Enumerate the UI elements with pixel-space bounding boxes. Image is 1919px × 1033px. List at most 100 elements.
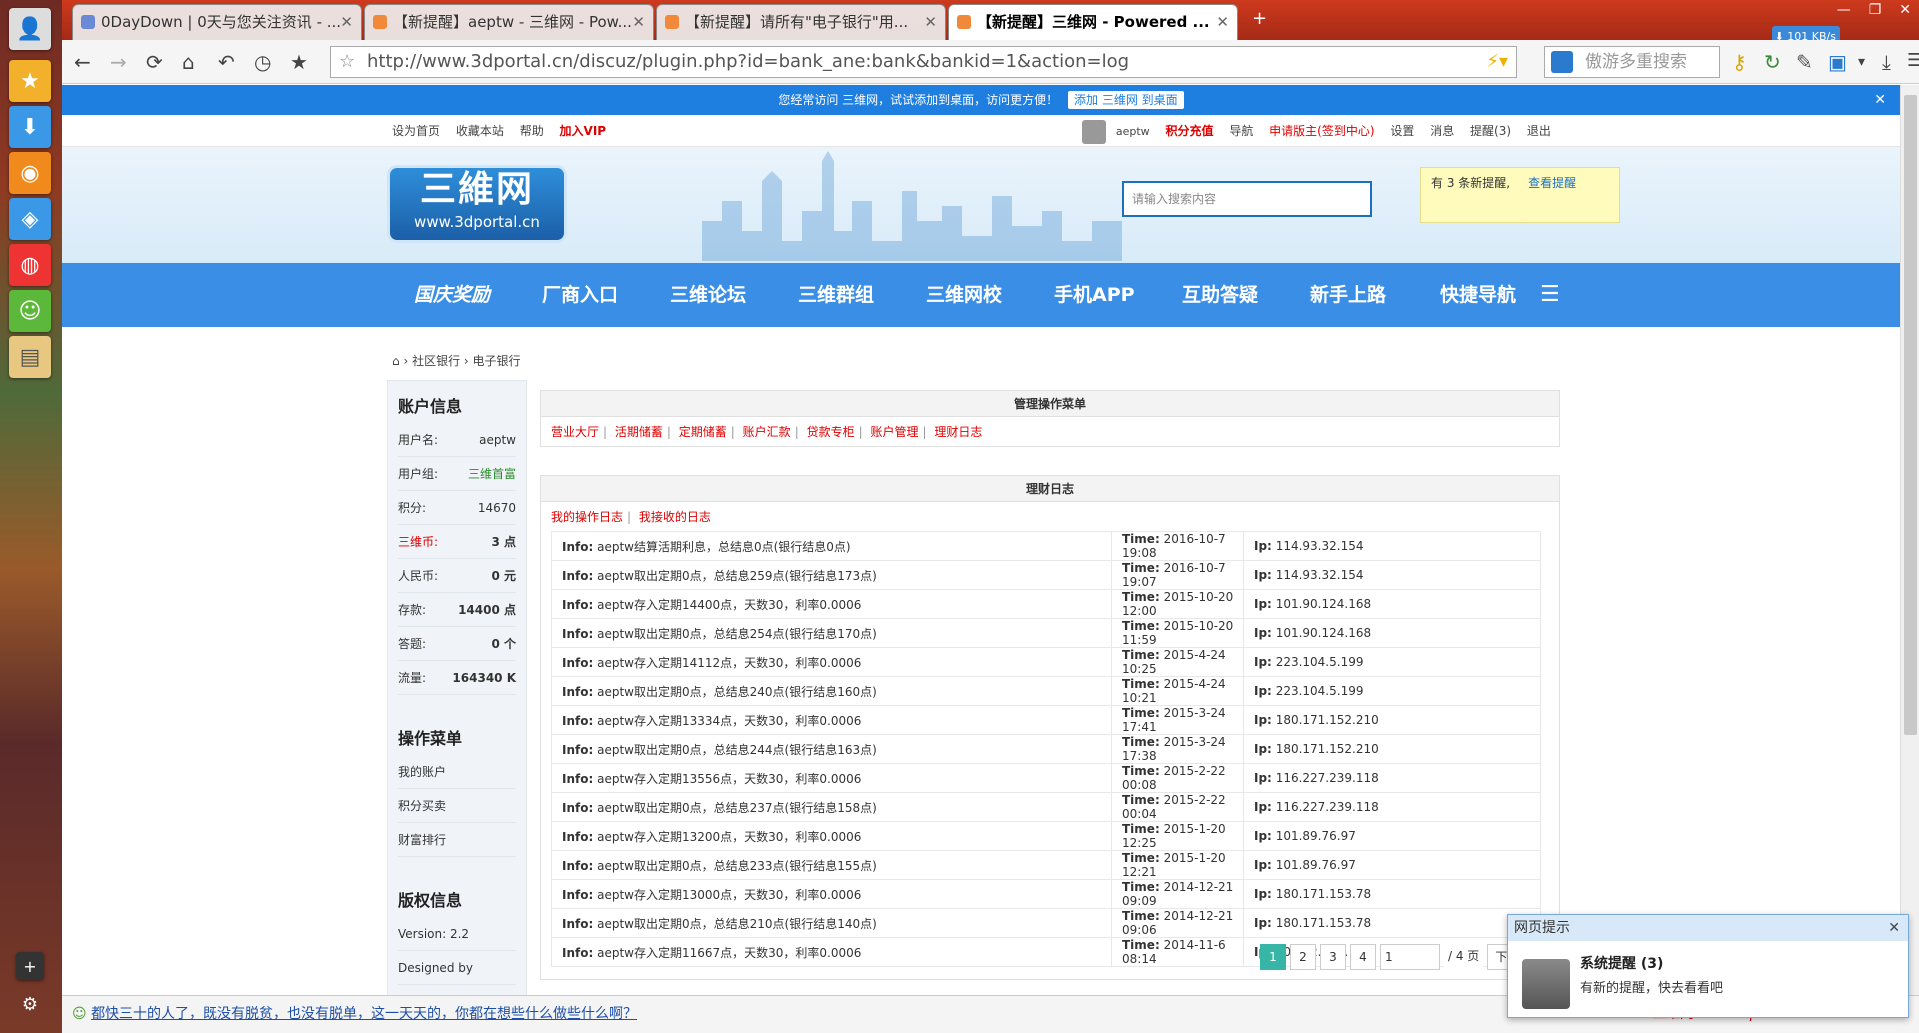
menu-wealth-rank[interactable]: 财富排行 bbox=[398, 823, 516, 857]
favorites-icon[interactable]: ★ bbox=[290, 50, 308, 74]
tab-received-logs[interactable]: 我接收的日志 bbox=[639, 510, 711, 524]
nav-item-vendors[interactable]: 厂商入口 bbox=[542, 263, 618, 327]
search-input[interactable]: 傲游多重搜索 bbox=[1544, 46, 1720, 78]
home-icon[interactable]: ⌂ bbox=[392, 354, 400, 368]
weibo-icon[interactable]: ◍ bbox=[9, 244, 51, 286]
minimize-icon[interactable]: — bbox=[1837, 2, 1851, 18]
tab-0daydown[interactable]: 0DayDown | 0天与您关注资讯 - ... ✕ bbox=[72, 4, 362, 40]
points-recharge-link[interactable]: 积分充值 bbox=[1165, 124, 1213, 138]
link-hall[interactable]: 营业大厅 bbox=[551, 425, 599, 439]
scrollbar-thumb[interactable] bbox=[1904, 95, 1917, 735]
username-link[interactable]: aeptw bbox=[1116, 125, 1150, 138]
log-cell-time: Time: 2014-12-21 09:06 bbox=[1111, 908, 1244, 938]
log-table: Info: aeptw结算活期利息，总结息0点(银行结息0点) Time: 201… bbox=[551, 531, 1541, 967]
settings-link[interactable]: 设置 bbox=[1390, 124, 1414, 138]
page-1-button[interactable]: 1 bbox=[1260, 944, 1286, 970]
close-icon[interactable]: ✕ bbox=[924, 5, 937, 39]
view-reminders-link[interactable]: 查看提醒 bbox=[1528, 176, 1576, 190]
page-4-button[interactable]: 4 bbox=[1350, 944, 1376, 970]
menu-chevron-icon[interactable]: ▾ bbox=[1858, 54, 1865, 70]
smile-icon[interactable]: ☺ bbox=[9, 290, 51, 332]
logout-link[interactable]: 退出 bbox=[1527, 124, 1551, 138]
nav-item-quicknav[interactable]: 快捷导航 bbox=[1440, 263, 1516, 327]
link-finance-log[interactable]: 理财日志 bbox=[934, 425, 982, 439]
gear-icon[interactable]: ⚙ bbox=[16, 990, 44, 1018]
nav-item-qa[interactable]: 互助答疑 bbox=[1182, 263, 1258, 327]
gamepad-icon[interactable]: ◈ bbox=[9, 198, 51, 240]
page-input[interactable]: 1 bbox=[1380, 944, 1440, 970]
translate-icon[interactable]: ▣ bbox=[1828, 50, 1847, 74]
undo-icon[interactable]: ↶ bbox=[218, 50, 235, 74]
download-icon[interactable]: ⬇ bbox=[9, 106, 51, 148]
set-homepage-link[interactable]: 设为首页 bbox=[392, 124, 440, 138]
nav-item-app[interactable]: 手机APP bbox=[1054, 263, 1135, 327]
nav-menu-link[interactable]: 导航 bbox=[1229, 124, 1253, 138]
rss-icon[interactable]: ◉ bbox=[9, 152, 51, 194]
link-loans[interactable]: 贷款专柜 bbox=[807, 425, 855, 439]
close-window-icon[interactable]: ✕ bbox=[1899, 2, 1911, 18]
page-2-button[interactable]: 2 bbox=[1290, 944, 1316, 970]
close-icon[interactable]: ✕ bbox=[632, 5, 645, 39]
nav-item-groups[interactable]: 三维群组 bbox=[798, 263, 874, 327]
menu-points-trade[interactable]: 积分买卖 bbox=[398, 789, 516, 823]
page-3-button[interactable]: 3 bbox=[1320, 944, 1346, 970]
scrollbar[interactable] bbox=[1900, 85, 1919, 995]
nav-item-newbie[interactable]: 新手上路 bbox=[1310, 263, 1386, 327]
status-news-link[interactable]: 都快三十的人了，既没有脱贫，也没有脱单，这一天天的，你都在想些什么做些什么啊？ bbox=[91, 1006, 637, 1022]
link-remittance[interactable]: 账户汇款 bbox=[743, 425, 791, 439]
messages-link[interactable]: 消息 bbox=[1430, 124, 1454, 138]
nav-item-national-day[interactable]: 国庆奖励 bbox=[414, 263, 490, 327]
address-bar[interactable]: ☆ http://www.3dportal.cn/discuz/plugin.ph… bbox=[330, 46, 1517, 78]
add-to-desktop-button[interactable]: 添加 三维网 到桌面 bbox=[1068, 91, 1184, 109]
breadcrumb-community-bank[interactable]: 社区银行 bbox=[412, 354, 460, 368]
flash-icon[interactable]: ⚡▾ bbox=[1486, 47, 1508, 77]
new-tab-icon[interactable]: + bbox=[1252, 8, 1267, 29]
link-demand-deposit[interactable]: 活期储蓄 bbox=[615, 425, 663, 439]
add-icon[interactable]: + bbox=[16, 952, 44, 980]
link-account-manage[interactable]: 账户管理 bbox=[870, 425, 918, 439]
back-icon[interactable]: ← bbox=[74, 50, 91, 74]
history-icon[interactable]: ◷ bbox=[254, 50, 271, 74]
reminders-link[interactable]: 提醒(3) bbox=[1470, 124, 1511, 138]
app-menu-icon[interactable]: ☰ bbox=[1907, 50, 1919, 71]
close-icon[interactable]: ✕ bbox=[1216, 5, 1229, 39]
tab-bank[interactable]: 【新提醒】请所有"电子银行"用... ✕ bbox=[656, 4, 946, 40]
avatar[interactable] bbox=[1082, 119, 1106, 144]
log-cell-ip: Ip: 180.171.152.210 bbox=[1243, 705, 1541, 735]
bookmark-star-icon[interactable]: ☆ bbox=[339, 47, 355, 77]
tab-aeptw[interactable]: 【新提醒】aeptw - 三维网 - Pow... ✕ bbox=[364, 4, 654, 40]
sync-icon[interactable]: ↻ bbox=[1764, 50, 1781, 74]
popup-text[interactable]: 有新的提醒，快去看看吧 bbox=[1580, 977, 1723, 996]
maximize-icon[interactable]: ❐ bbox=[1869, 2, 1882, 18]
close-icon[interactable]: ✕ bbox=[1888, 915, 1900, 941]
star-icon[interactable]: ★ bbox=[9, 60, 51, 102]
breadcrumb-ebank[interactable]: 电子银行 bbox=[473, 354, 521, 368]
refresh-icon[interactable]: ⟳ bbox=[146, 50, 163, 74]
tab-my-logs[interactable]: 我的操作日志 bbox=[551, 510, 623, 524]
row-key: 用户名: bbox=[398, 433, 439, 447]
join-vip-link[interactable]: 加入VIP bbox=[560, 124, 607, 138]
close-icon[interactable]: ✕ bbox=[1874, 85, 1886, 115]
home-icon[interactable]: ⌂ bbox=[182, 50, 195, 74]
menu-icon[interactable]: ☰ bbox=[1540, 263, 1560, 327]
popup-heading[interactable]: 系统提醒 (3) bbox=[1580, 953, 1663, 973]
notes-icon[interactable]: ▤ bbox=[9, 336, 51, 378]
link-fixed-deposit[interactable]: 定期储蓄 bbox=[679, 425, 727, 439]
log-label: Time: bbox=[1122, 590, 1160, 604]
site-logo[interactable]: 三維网 www.3dportal.cn bbox=[387, 165, 567, 243]
search-engine-icon[interactable] bbox=[1551, 51, 1573, 73]
menu-my-account[interactable]: 我的账户 bbox=[398, 755, 516, 789]
nav-item-forum[interactable]: 三维论坛 bbox=[670, 263, 746, 327]
help-link[interactable]: 帮助 bbox=[520, 124, 544, 138]
forward-icon[interactable]: → bbox=[110, 50, 127, 74]
downloads-icon[interactable]: ⤓ bbox=[1882, 50, 1891, 74]
site-search-input[interactable]: 请输入搜索内容 bbox=[1122, 181, 1372, 217]
apply-moderator-link[interactable]: 申请版主(签到中心) bbox=[1269, 124, 1374, 138]
user-icon[interactable]: 👤 bbox=[9, 8, 51, 50]
bookmark-site-link[interactable]: 收藏本站 bbox=[456, 124, 504, 138]
nav-item-school[interactable]: 三维网校 bbox=[926, 263, 1002, 327]
close-icon[interactable]: ✕ bbox=[340, 5, 353, 39]
tab-active[interactable]: 【新提醒】三维网 - Powered ... ✕ bbox=[948, 4, 1238, 40]
key-icon[interactable]: ⚷ bbox=[1732, 50, 1747, 74]
plugin-icon[interactable]: ✎ bbox=[1796, 50, 1813, 74]
